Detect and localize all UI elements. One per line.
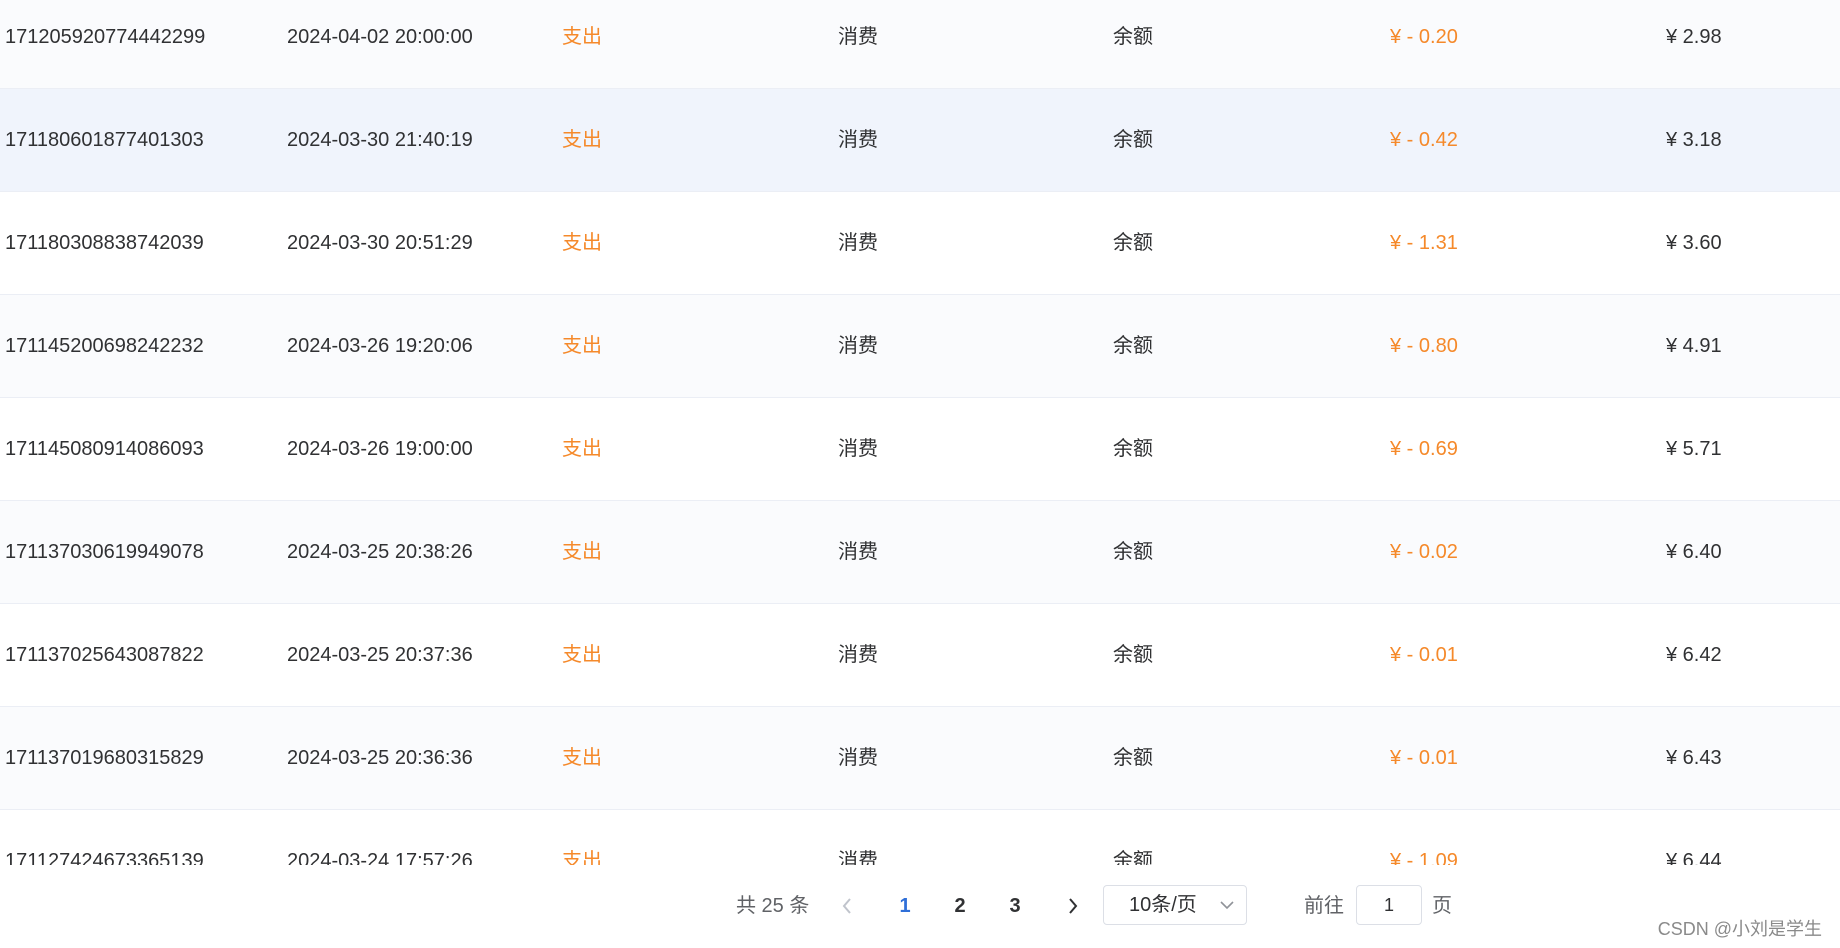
chevron-left-icon (842, 898, 851, 914)
cell-id: 171180601877401303 (5, 129, 204, 151)
cell-time: 2024-03-30 21:40:19 (287, 129, 473, 151)
table-row[interactable]: 171137030619949078 2024-03-25 20:38:26 支… (0, 501, 1840, 604)
table-row[interactable]: 171137019680315829 2024-03-25 20:36:36 支… (0, 707, 1840, 810)
page-size-value: 10条/页 (1129, 894, 1197, 916)
cell-balance: ¥ 3.60 (1666, 232, 1722, 254)
cell-id: 171145080914086093 (5, 438, 204, 460)
page-3-button[interactable]: 3 (1000, 893, 1030, 919)
cell-amount: ¥ - 1.09 (1390, 850, 1458, 865)
cell-balance: ¥ 6.44 (1666, 850, 1722, 865)
cell-type: 支出 (562, 850, 602, 865)
cell-id: 171137030619949078 (5, 541, 204, 563)
cell-method: 余额 (1113, 541, 1153, 563)
cell-type: 支出 (562, 438, 602, 460)
table-row[interactable]: 171127424673365139 2024-03-24 17:57:26 支… (0, 810, 1840, 865)
cell-time: 2024-03-24 17:57:26 (287, 850, 473, 865)
cell-amount: ¥ - 0.01 (1390, 644, 1458, 666)
watermark: CSDN @小刘是学生 (1657, 919, 1822, 939)
prev-page-button[interactable] (832, 889, 862, 923)
cell-time: 2024-03-25 20:38:26 (287, 541, 473, 563)
cell-method: 余额 (1113, 438, 1153, 460)
cell-method: 余额 (1113, 335, 1153, 357)
cell-category: 消费 (838, 129, 878, 151)
cell-category: 消费 (838, 438, 878, 460)
cell-amount: ¥ - 0.69 (1390, 438, 1458, 460)
cell-balance: ¥ 6.40 (1666, 541, 1722, 563)
cell-balance: ¥ 2.98 (1666, 26, 1722, 48)
table-row[interactable]: 171180601877401303 2024-03-30 21:40:19 支… (0, 89, 1840, 192)
page-1-button[interactable]: 1 (890, 893, 920, 919)
cell-balance: ¥ 3.18 (1666, 129, 1722, 151)
table-row[interactable]: 171205920774442299 2024-04-02 20:00:00 支… (0, 0, 1840, 89)
cell-amount: ¥ - 0.42 (1390, 129, 1458, 151)
cell-balance: ¥ 6.43 (1666, 747, 1722, 769)
chevron-down-icon (1220, 901, 1234, 910)
next-page-button[interactable] (1058, 889, 1088, 923)
cell-method: 余额 (1113, 26, 1153, 48)
cell-amount: ¥ - 1.31 (1390, 232, 1458, 254)
goto-label: 前往 (1304, 895, 1344, 917)
table-row[interactable]: 171180308838742039 2024-03-30 20:51:29 支… (0, 192, 1840, 295)
goto-page-input[interactable] (1356, 885, 1422, 925)
cell-type: 支出 (562, 335, 602, 357)
cell-type: 支出 (562, 26, 602, 48)
cell-balance: ¥ 5.71 (1666, 438, 1722, 460)
cell-type: 支出 (562, 232, 602, 254)
cell-id: 171127424673365139 (5, 850, 204, 865)
cell-amount: ¥ - 0.02 (1390, 541, 1458, 563)
cell-amount: ¥ - 0.80 (1390, 335, 1458, 357)
transaction-table: 171205920774442299 2024-04-02 20:00:00 支… (0, 0, 1840, 865)
cell-category: 消费 (838, 541, 878, 563)
cell-type: 支出 (562, 129, 602, 151)
cell-id: 171137025643087822 (5, 644, 204, 666)
cell-category: 消费 (838, 747, 878, 769)
table-row[interactable]: 171145080914086093 2024-03-26 19:00:00 支… (0, 398, 1840, 501)
table-row[interactable]: 171145200698242232 2024-03-26 19:20:06 支… (0, 295, 1840, 398)
cell-type: 支出 (562, 541, 602, 563)
cell-category: 消费 (838, 335, 878, 357)
pagination-total: 共 25 条 (736, 895, 810, 917)
cell-category: 消费 (838, 26, 878, 48)
cell-method: 余额 (1113, 129, 1153, 151)
cell-category: 消费 (838, 644, 878, 666)
pagination: 共 25 条 1 2 3 10条/页 前往 页 (0, 865, 1840, 948)
cell-method: 余额 (1113, 232, 1153, 254)
cell-method: 余额 (1113, 747, 1153, 769)
cell-balance: ¥ 6.42 (1666, 644, 1722, 666)
cell-category: 消费 (838, 232, 878, 254)
page-2-button[interactable]: 2 (945, 893, 975, 919)
chevron-right-icon (1069, 898, 1078, 914)
cell-time: 2024-03-30 20:51:29 (287, 232, 473, 254)
cell-id: 171145200698242232 (5, 335, 204, 357)
cell-id: 171137019680315829 (5, 747, 204, 769)
cell-method: 余额 (1113, 644, 1153, 666)
cell-method: 余额 (1113, 850, 1153, 865)
table-row[interactable]: 171137025643087822 2024-03-25 20:37:36 支… (0, 604, 1840, 707)
cell-time: 2024-03-25 20:36:36 (287, 747, 473, 769)
cell-time: 2024-03-26 19:00:00 (287, 438, 473, 460)
cell-amount: ¥ - 0.01 (1390, 747, 1458, 769)
cell-time: 2024-04-02 20:00:00 (287, 26, 473, 48)
cell-id: 171180308838742039 (5, 232, 204, 254)
cell-type: 支出 (562, 644, 602, 666)
page-suffix-label: 页 (1432, 895, 1452, 917)
cell-id: 171205920774442299 (5, 26, 206, 48)
cell-time: 2024-03-25 20:37:36 (287, 644, 473, 666)
cell-time: 2024-03-26 19:20:06 (287, 335, 473, 357)
cell-amount: ¥ - 0.20 (1390, 26, 1458, 48)
cell-category: 消费 (838, 850, 878, 865)
cell-type: 支出 (562, 747, 602, 769)
cell-balance: ¥ 4.91 (1666, 335, 1722, 357)
page-size-select[interactable]: 10条/页 (1103, 885, 1247, 925)
